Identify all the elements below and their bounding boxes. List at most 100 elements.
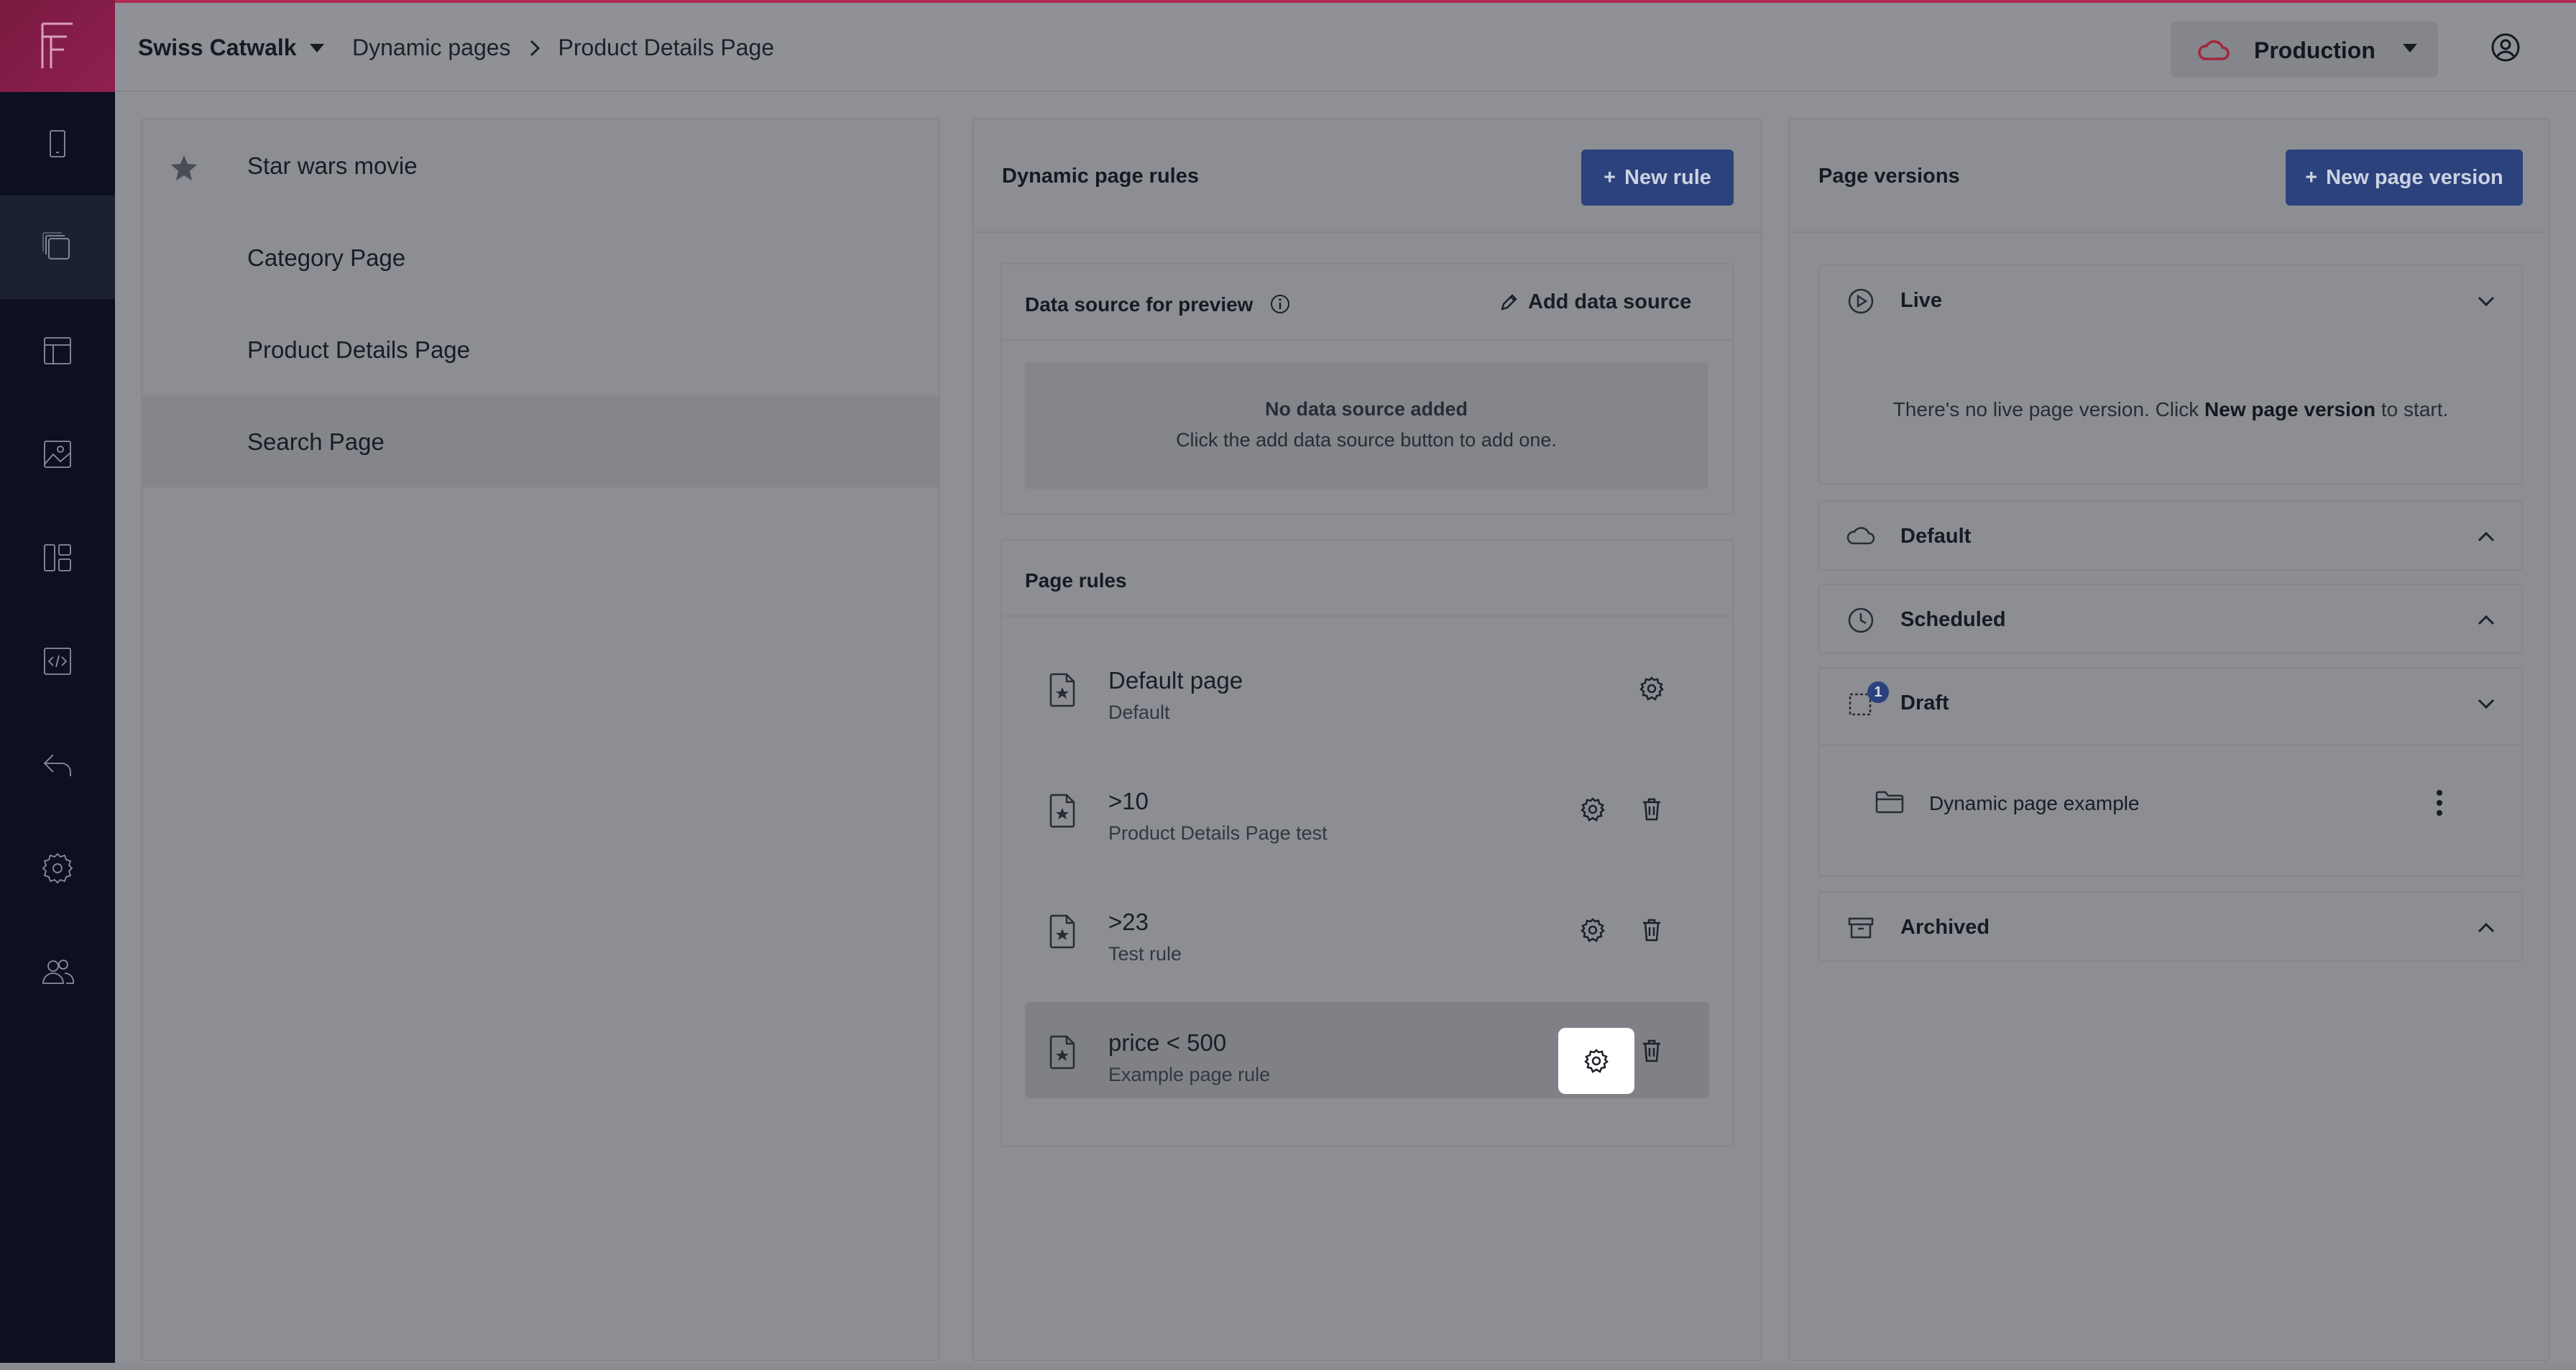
document-star-icon bbox=[1049, 914, 1075, 949]
chevron-up-icon bbox=[2478, 531, 2495, 542]
caret-down-icon bbox=[309, 43, 324, 52]
environment-selector[interactable]: Production bbox=[2171, 22, 2438, 78]
plus-icon: + bbox=[1604, 165, 1616, 189]
data-source-empty-state: No data source added Click the add data … bbox=[1025, 362, 1708, 489]
section-header[interactable]: Archived bbox=[1820, 893, 2521, 962]
list-item[interactable]: Star wars movie bbox=[142, 119, 939, 211]
section-header[interactable]: Scheduled bbox=[1820, 585, 2521, 654]
top-header: Swiss Catwalk Dynamic pages Product Deta… bbox=[115, 3, 2576, 92]
workspace-selector[interactable]: Swiss Catwalk bbox=[138, 35, 324, 61]
nav-media-icon[interactable] bbox=[0, 403, 115, 506]
new-page-version-label: New page version bbox=[2326, 165, 2503, 189]
list-item-selected[interactable]: Search Page bbox=[142, 395, 939, 487]
info-icon[interactable] bbox=[1269, 293, 1291, 315]
nav-layout-icon[interactable] bbox=[0, 299, 115, 403]
nav-device-icon[interactable] bbox=[0, 92, 115, 196]
new-rule-label: New rule bbox=[1624, 165, 1711, 189]
breadcrumb: Dynamic pages Product Details Page bbox=[352, 35, 774, 61]
logo-icon bbox=[41, 22, 73, 68]
add-data-source-label: Add data source bbox=[1528, 290, 1692, 313]
data-source-box: Data source for preview Add data source … bbox=[1000, 263, 1734, 515]
live-section: Live There's no live page version. Click… bbox=[1818, 265, 2523, 484]
data-source-title: Data source for preview bbox=[1025, 293, 1254, 316]
empty-title: No data source added bbox=[1264, 398, 1468, 420]
document-star-icon bbox=[1049, 794, 1075, 828]
empty-text: Click the add data source button to add … bbox=[1176, 429, 1557, 451]
trash-icon[interactable] bbox=[1637, 1036, 1666, 1065]
new-page-version-button[interactable]: + New page version bbox=[2286, 150, 2523, 206]
draft-section: 1 Draft Dynamic page example bbox=[1818, 667, 2523, 877]
chevron-up-icon bbox=[2478, 922, 2495, 933]
clock-icon bbox=[1848, 607, 1874, 633]
list-item-label: Search Page bbox=[247, 428, 385, 455]
gear-icon[interactable] bbox=[1578, 916, 1607, 944]
rule-subtitle: Default bbox=[1108, 702, 1170, 723]
document-star-icon bbox=[1049, 673, 1075, 707]
gear-icon[interactable] bbox=[1637, 674, 1666, 703]
sidebar bbox=[0, 0, 115, 1370]
rule-row[interactable]: >10 Product Details Page test bbox=[1025, 760, 1709, 857]
cloud-icon bbox=[1846, 527, 1875, 545]
dynamic-page-rules-panel: Dynamic page rules + New rule Data sourc… bbox=[972, 118, 1762, 1361]
caret-down-icon bbox=[2403, 44, 2417, 52]
star-icon[interactable] bbox=[168, 152, 200, 184]
page-rules-title: Page rules bbox=[1025, 569, 1127, 592]
default-section: Default bbox=[1818, 500, 2523, 571]
breadcrumb-dynamic-pages[interactable]: Dynamic pages bbox=[352, 35, 511, 61]
rule-title: >10 bbox=[1108, 788, 1149, 814]
section-header[interactable]: 1 Draft bbox=[1820, 668, 2521, 737]
section-title: Archived bbox=[1900, 916, 1990, 939]
document-star-icon bbox=[1049, 1035, 1075, 1070]
nav-code-icon[interactable] bbox=[0, 610, 115, 713]
add-data-source-button[interactable]: Add data source bbox=[1498, 290, 1691, 314]
gear-icon bbox=[1584, 1049, 1609, 1073]
list-item-label: Category Page bbox=[247, 244, 406, 271]
cloud-icon bbox=[2198, 40, 2230, 60]
trash-icon[interactable] bbox=[1637, 916, 1666, 944]
rule-settings-gear-button-highlighted[interactable] bbox=[1558, 1028, 1634, 1094]
gear-icon[interactable] bbox=[1578, 795, 1607, 824]
rule-row[interactable]: Default page Default bbox=[1025, 640, 1709, 736]
nav-pages-icon[interactable] bbox=[0, 196, 115, 299]
section-title: Live bbox=[1900, 289, 1943, 312]
app-logo[interactable] bbox=[0, 0, 115, 92]
more-options-icon[interactable] bbox=[2434, 788, 2445, 819]
user-account-icon[interactable] bbox=[2488, 30, 2523, 65]
nav-back-icon[interactable] bbox=[0, 713, 115, 817]
nav-users-icon[interactable] bbox=[0, 920, 115, 1024]
folder-icon bbox=[1875, 791, 1904, 814]
play-circle-icon bbox=[1848, 288, 1874, 314]
environment-label: Production bbox=[2254, 37, 2375, 63]
pages-list-panel: Star wars movie Category Page Product De… bbox=[141, 118, 940, 1361]
draft-version-item[interactable]: Dynamic page example bbox=[1820, 745, 2521, 816]
archive-icon bbox=[1848, 917, 1874, 939]
list-item[interactable]: Category Page bbox=[142, 211, 939, 303]
draft-version-name: Dynamic page example bbox=[1929, 792, 2140, 814]
new-rule-button[interactable]: + New rule bbox=[1581, 150, 1734, 206]
panel-header: Page versions + New page version bbox=[1790, 119, 2549, 233]
draft-count-badge: 1 bbox=[1867, 681, 1889, 703]
live-empty-state: There's no live page version. Click New … bbox=[1820, 398, 2521, 421]
chevron-up-icon bbox=[2478, 615, 2495, 625]
rule-subtitle: Test rule bbox=[1108, 943, 1182, 965]
trash-icon[interactable] bbox=[1637, 795, 1666, 824]
section-header[interactable]: Default bbox=[1820, 502, 2521, 571]
list-item-label: Product Details Page bbox=[247, 336, 471, 363]
section-title: Scheduled bbox=[1900, 608, 2006, 631]
section-header[interactable]: Live bbox=[1820, 266, 2521, 335]
section-title: Draft bbox=[1900, 691, 1949, 714]
breadcrumb-current: Product Details Page bbox=[558, 35, 775, 60]
live-empty-text: There's no live page version. Click bbox=[1892, 398, 2205, 420]
box-header: Page rules bbox=[1002, 541, 1732, 617]
page-versions-panel: Page versions + New page version Live Th… bbox=[1788, 118, 2550, 1361]
list-item[interactable]: Product Details Page bbox=[142, 303, 939, 395]
live-empty-link: New page version bbox=[2204, 398, 2376, 420]
nav-settings-icon[interactable] bbox=[0, 817, 115, 920]
nav-widgets-icon[interactable] bbox=[0, 506, 115, 610]
rule-subtitle: Product Details Page test bbox=[1108, 822, 1328, 844]
chevron-down-icon bbox=[2478, 699, 2495, 709]
rule-row[interactable]: >23 Test rule bbox=[1025, 881, 1709, 978]
rule-title: Default page bbox=[1108, 667, 1243, 694]
box-header: Data source for preview Add data source bbox=[1002, 265, 1732, 341]
rule-title: >23 bbox=[1108, 909, 1149, 935]
